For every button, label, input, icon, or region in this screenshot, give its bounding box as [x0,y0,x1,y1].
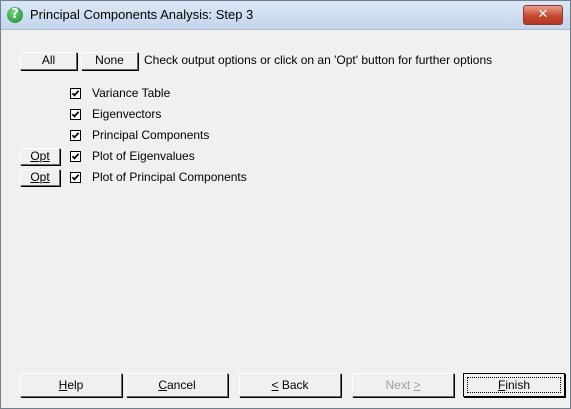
instruction-text: Check output options or click on an 'Opt… [144,53,493,67]
finish-button[interactable]: Finish [463,373,565,397]
select-all-button[interactable]: All [20,52,77,70]
checkmark-icon [71,90,80,97]
select-none-button[interactable]: None [81,52,138,70]
back-button[interactable]: < Back [239,373,341,397]
help-question-icon: ? [7,7,23,23]
next-label: Next > [385,378,421,392]
option-label: Principal Components [92,128,210,142]
option-checkbox[interactable] [70,172,81,183]
option-label: Plot of Principal Components [92,170,247,184]
back-label: < Back [271,378,309,392]
option-label: Eigenvectors [92,107,162,121]
checkmark-icon [71,132,80,139]
checkmark-icon [71,153,80,160]
window-title: Principal Components Analysis: Step 3 [30,7,254,22]
option-checkbox[interactable] [70,88,81,99]
title-bar[interactable]: ? Principal Components Analysis: Step 3 … [1,1,570,30]
focus-rectangle [467,377,561,393]
help-label: Help [58,378,84,392]
option-label: Plot of Eigenvalues [92,149,195,163]
help-button[interactable]: Help [20,373,122,397]
option-checkbox[interactable] [70,151,81,162]
opt-button[interactable]: Opt [20,169,60,186]
option-checkbox[interactable] [70,109,81,120]
cancel-label: Cancel [158,378,196,392]
dialog-window: ? Principal Components Analysis: Step 3 … [0,0,571,409]
checkmark-icon [71,174,80,181]
checkmark-icon [71,111,80,118]
opt-button[interactable]: Opt [20,148,60,165]
option-label: Variance Table [92,86,171,100]
next-button[interactable]: Next > [352,373,454,397]
close-button[interactable]: ✕ [523,5,563,25]
cancel-button[interactable]: Cancel [126,373,228,397]
option-checkbox[interactable] [70,130,81,141]
